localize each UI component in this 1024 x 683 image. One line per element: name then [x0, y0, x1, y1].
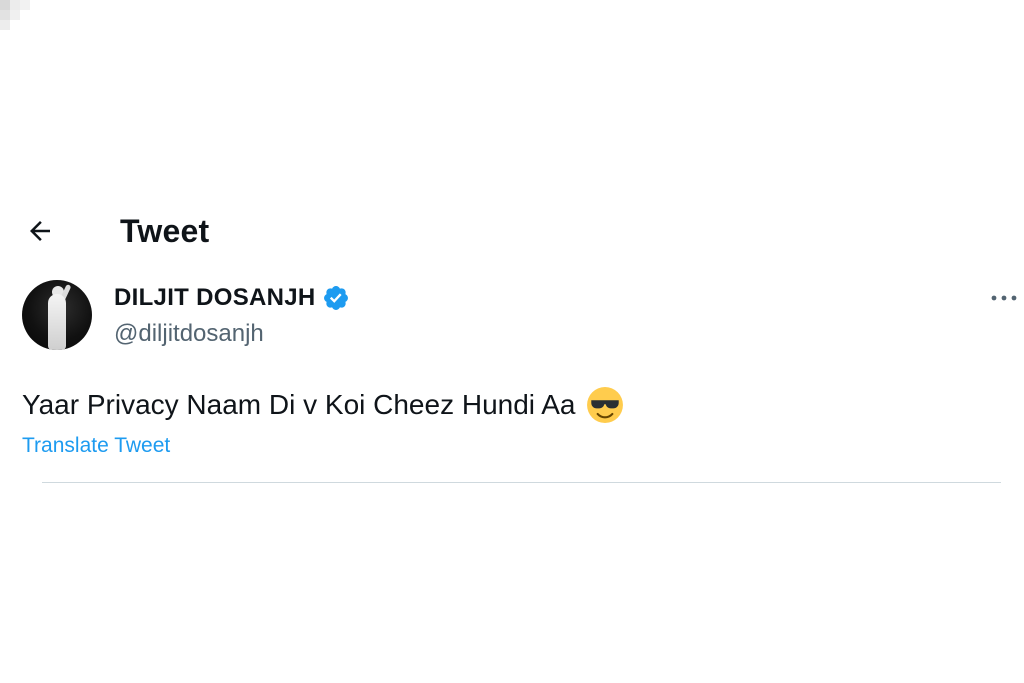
- tweet-text: Yaar Privacy Naam Di v Koi Cheez Hundi A…: [22, 386, 624, 424]
- divider: [42, 482, 1001, 483]
- handle[interactable]: @diljitdosanjh: [114, 320, 350, 348]
- corner-artifact: [0, 0, 40, 40]
- verified-badge-icon: [323, 286, 348, 310]
- tweet-body: Yaar Privacy Naam Di v Koi Cheez Hundi A…: [22, 389, 576, 420]
- avatar[interactable]: [22, 280, 92, 350]
- more-options-button[interactable]: [988, 286, 1020, 310]
- more-options-icon: [991, 295, 1017, 301]
- back-button[interactable]: [22, 213, 58, 249]
- display-name-line: DILJIT DOSANJH: [114, 284, 350, 312]
- author-names: DILJIT DOSANJH @diljitdosanjh: [114, 284, 350, 348]
- translate-tweet-link[interactable]: Translate Tweet: [22, 434, 170, 458]
- tweet-header: Tweet: [22, 208, 209, 254]
- page-title: Tweet: [120, 212, 210, 249]
- smiling-face-with-sunglasses-icon: [586, 387, 623, 423]
- author-row: DILJIT DOSANJH @diljitdosanjh: [22, 280, 350, 350]
- arrow-left-icon: [30, 221, 50, 241]
- display-name[interactable]: DILJIT DOSANJH: [114, 284, 316, 312]
